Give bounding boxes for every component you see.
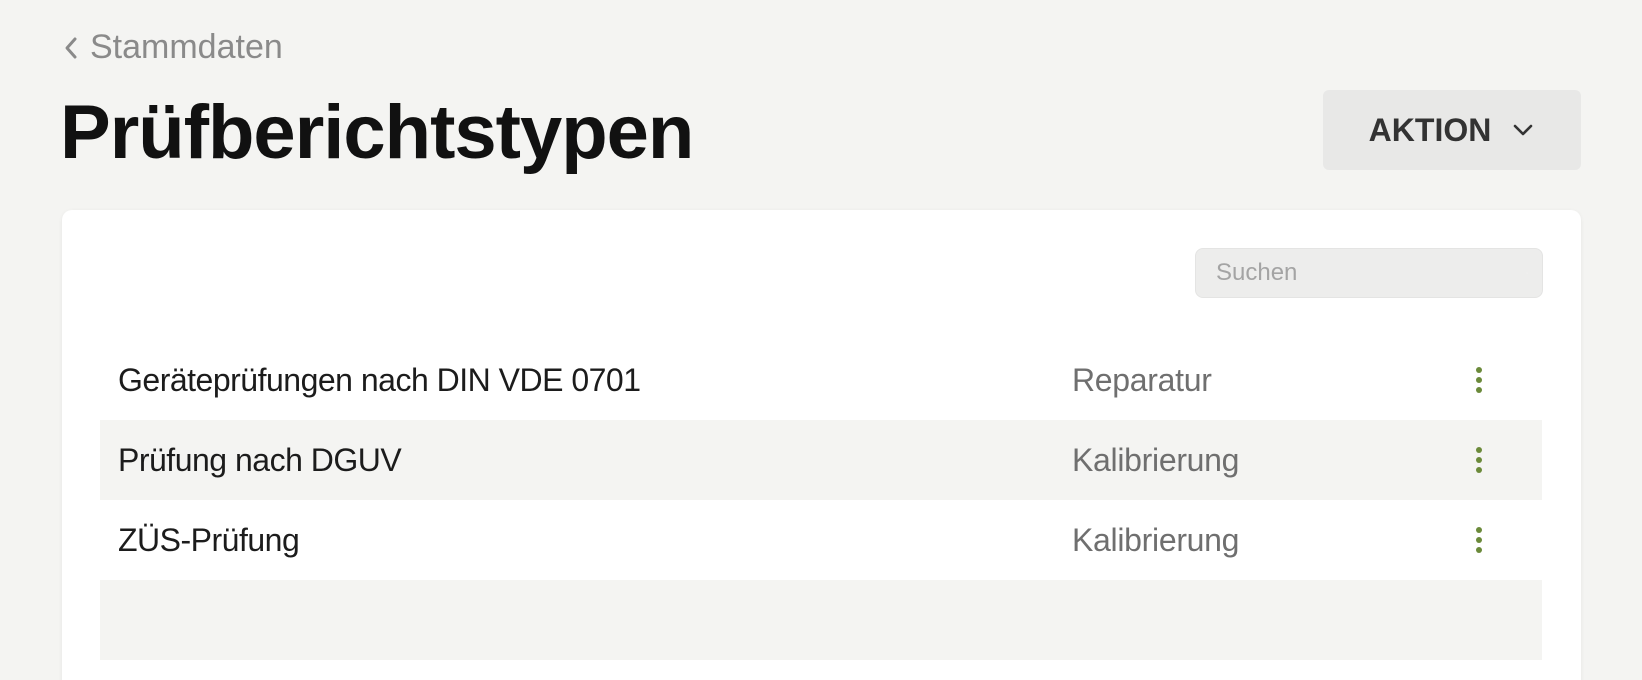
more-vertical-icon [1476, 367, 1482, 393]
row-menu-button[interactable] [1464, 440, 1494, 480]
breadcrumb[interactable]: Stammdaten [62, 28, 283, 67]
more-vertical-icon [1476, 527, 1482, 553]
row-type: Reparatur [1072, 361, 1212, 398]
action-button[interactable]: AKTION [1323, 90, 1581, 170]
search-icon[interactable] [1526, 260, 1528, 286]
table-row[interactable]: Geräteprüfungen nach DIN VDE 0701 Repara… [100, 340, 1542, 420]
content-card: Geräteprüfungen nach DIN VDE 0701 Repara… [62, 210, 1581, 680]
row-type: Kalibrierung [1072, 521, 1240, 558]
report-type-table: Geräteprüfungen nach DIN VDE 0701 Repara… [100, 340, 1542, 660]
more-vertical-icon [1476, 447, 1482, 473]
table-row[interactable]: ZÜS-Prüfung Kalibrierung [100, 500, 1542, 580]
page: Stammdaten Prüfberichtstypen AKTION Gerä… [0, 0, 1642, 680]
row-name: ZÜS-Prüfung [118, 521, 300, 558]
action-button-label: AKTION [1368, 111, 1492, 148]
row-type: Kalibrierung [1072, 441, 1240, 478]
breadcrumb-label: Stammdaten [90, 28, 283, 66]
row-menu-button[interactable] [1464, 520, 1494, 560]
table-row-empty [100, 580, 1542, 660]
search-input[interactable] [1196, 249, 1526, 297]
table-row[interactable]: Prüfung nach DGUV Kalibrierung [100, 420, 1542, 500]
search-box [1195, 248, 1543, 298]
row-name: Geräteprüfungen nach DIN VDE 0701 [118, 361, 641, 398]
chevron-left-icon [65, 37, 77, 58]
row-menu-button[interactable] [1464, 360, 1494, 400]
page-title: Prüfberichtstypen [60, 90, 694, 175]
row-name: Prüfung nach DGUV [118, 441, 402, 478]
chevron-down-icon [1514, 124, 1533, 136]
